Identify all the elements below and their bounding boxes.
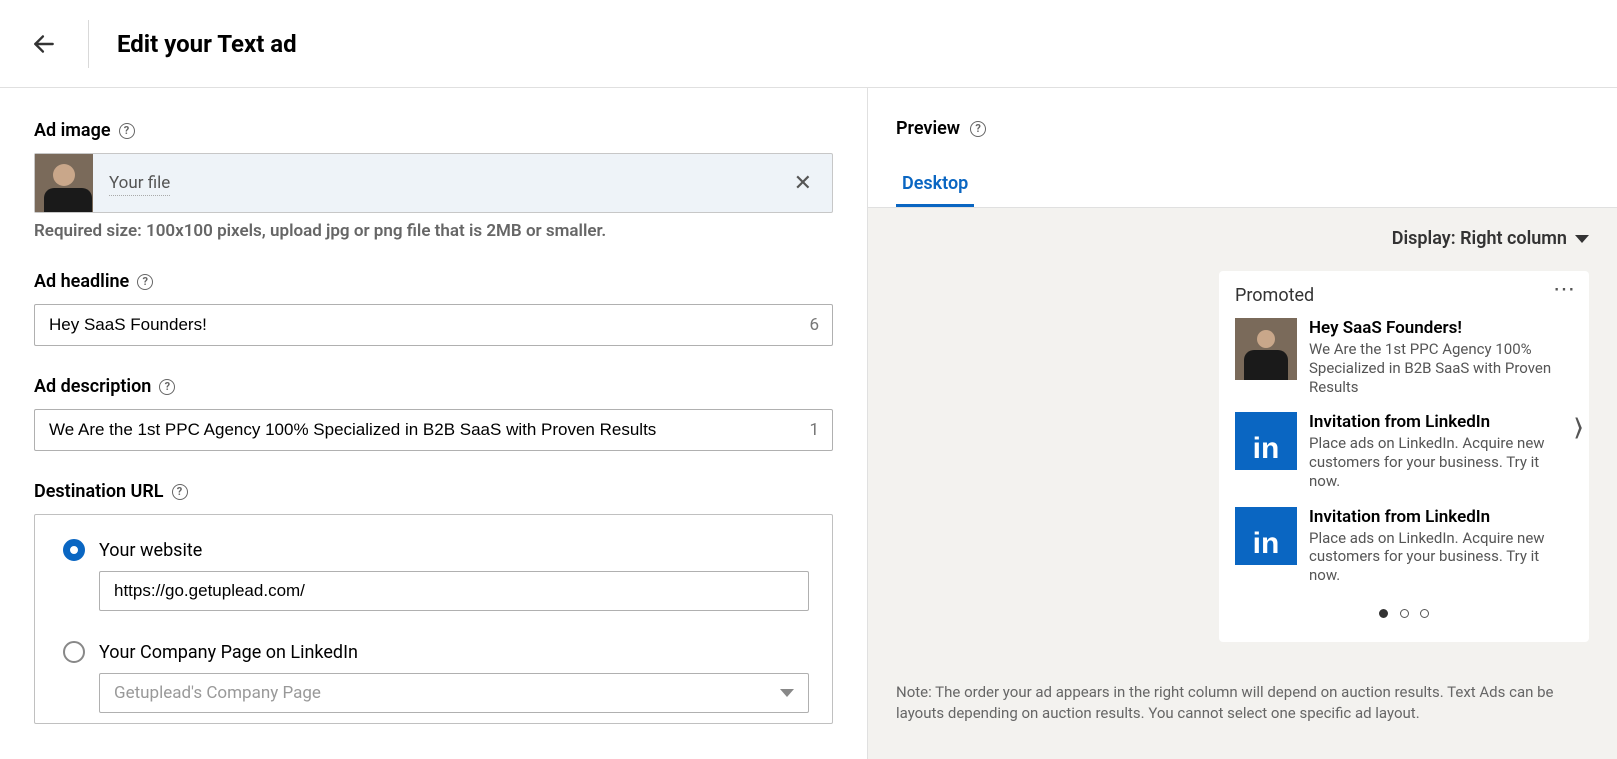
page-title: Edit your Text ad <box>117 30 297 58</box>
filler-title: Invitation from LinkedIn <box>1309 412 1573 432</box>
company-page-placeholder: Getuplead's Company Page <box>114 683 321 703</box>
divider <box>88 20 89 68</box>
radio-company-page[interactable] <box>63 641 85 663</box>
remove-file-button[interactable]: ✕ <box>774 171 832 196</box>
website-url-input[interactable] <box>99 571 809 611</box>
preview-note: Note: The order your ad appears in the r… <box>896 682 1589 724</box>
form-panel: Ad image ? Your file ✕ Required size: 10… <box>0 88 867 759</box>
preview-title: Preview ? <box>896 118 1589 139</box>
description-label-text: Ad description <box>34 376 151 397</box>
destination-box: Your website Your Company Page on Linked… <box>34 514 833 724</box>
carousel-dot-3[interactable] <box>1420 609 1429 618</box>
chevron-down-icon <box>780 689 794 697</box>
ad-thumbnail <box>1235 318 1297 380</box>
headline-input[interactable] <box>34 304 833 346</box>
radio-company-page-label: Your Company Page on LinkedIn <box>99 642 358 663</box>
more-options-button[interactable]: ⋯ <box>1553 277 1577 302</box>
ad-image-label: Ad image ? <box>34 120 833 141</box>
preview-title-text: Preview <box>896 118 960 139</box>
promoted-badge: Promoted <box>1235 285 1573 306</box>
ad-preview-main[interactable]: Hey SaaS Founders! We Are the 1st PPC Ag… <box>1235 318 1573 396</box>
ad-description-preview: We Are the 1st PPC Agency 100% Specializ… <box>1309 340 1573 396</box>
help-icon[interactable]: ? <box>159 379 175 395</box>
headline-remaining: 6 <box>809 315 819 335</box>
description-input[interactable] <box>34 409 833 451</box>
preview-tabs: Desktop <box>868 163 1617 208</box>
tab-desktop[interactable]: Desktop <box>896 163 974 207</box>
display-selector[interactable]: Display: Right column <box>896 228 1589 249</box>
carousel-dots <box>1235 603 1573 622</box>
carousel-dot-2[interactable] <box>1400 609 1409 618</box>
ad-headline-preview: Hey SaaS Founders! <box>1309 318 1573 338</box>
help-icon[interactable]: ? <box>119 123 135 139</box>
radio-your-website-label: Your website <box>99 540 202 561</box>
destination-label: Destination URL ? <box>34 481 833 502</box>
file-name-text[interactable]: Your file <box>109 173 170 196</box>
ad-image-label-text: Ad image <box>34 120 111 141</box>
headline-label: Ad headline ? <box>34 271 833 292</box>
radio-your-website[interactable] <box>63 539 85 561</box>
filler-title: Invitation from LinkedIn <box>1309 507 1573 527</box>
filler-body: Place ads on LinkedIn. Acquire new custo… <box>1309 529 1573 585</box>
page-header: Edit your Text ad <box>0 0 1617 88</box>
linkedin-logo-icon: in <box>1235 507 1297 565</box>
help-icon[interactable]: ? <box>172 484 188 500</box>
promoted-card: ⋯ Promoted Hey SaaS Founders! We Are the… <box>1219 271 1589 642</box>
description-remaining: 1 <box>809 420 819 440</box>
destination-label-text: Destination URL <box>34 481 164 502</box>
company-page-select[interactable]: Getuplead's Company Page <box>99 673 809 713</box>
linkedin-logo-icon: in <box>1235 412 1297 470</box>
ad-image-hint: Required size: 100x100 pixels, upload jp… <box>34 221 833 241</box>
ad-image-thumbnail[interactable] <box>35 154 93 212</box>
help-icon[interactable]: ? <box>137 274 153 290</box>
filler-body: Place ads on LinkedIn. Acquire new custo… <box>1309 434 1573 490</box>
ad-preview-filler[interactable]: in Invitation from LinkedIn Place ads on… <box>1235 507 1573 585</box>
description-label: Ad description ? <box>34 376 833 397</box>
headline-label-text: Ad headline <box>34 271 129 292</box>
ad-preview-filler[interactable]: in Invitation from LinkedIn Place ads on… <box>1235 412 1573 490</box>
arrow-left-icon <box>31 31 57 57</box>
help-icon[interactable]: ? <box>970 121 986 137</box>
carousel-dot-1[interactable] <box>1379 609 1388 618</box>
preview-stage: Display: Right column ⋯ Promoted Hey Saa… <box>868 208 1617 759</box>
display-selector-label: Display: Right column <box>1392 228 1567 249</box>
file-name-wrap: Your file <box>93 173 774 193</box>
chevron-down-icon <box>1575 235 1589 243</box>
back-button[interactable] <box>0 16 88 72</box>
carousel-next-button[interactable]: › <box>1574 394 1583 457</box>
ad-image-file-row: Your file ✕ <box>34 153 833 213</box>
preview-panel: Preview ? Desktop Display: Right column … <box>867 88 1617 759</box>
